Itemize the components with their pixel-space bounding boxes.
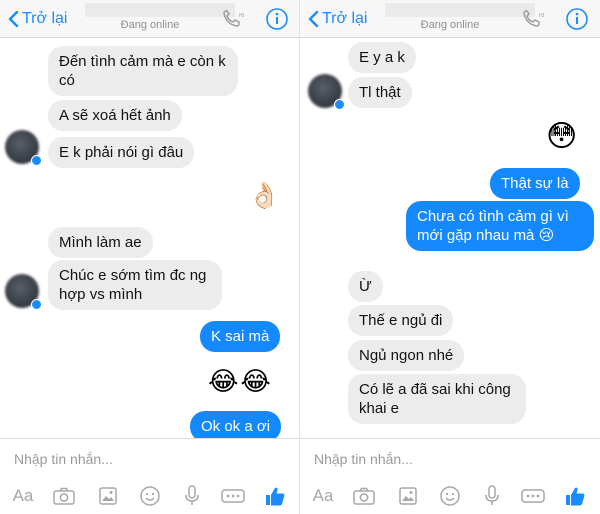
info-icon bbox=[266, 8, 288, 30]
emoji-button[interactable] bbox=[436, 483, 464, 509]
composer-toolbar: Aa bbox=[300, 483, 600, 509]
gallery-icon bbox=[99, 487, 117, 505]
more-icon bbox=[221, 489, 245, 503]
contact-name-redacted bbox=[85, 3, 235, 17]
right-chat-screen: Trở lại Đang online HD E y a k Tl thật 😳… bbox=[300, 0, 600, 514]
emoji-message: 😂😂 bbox=[208, 366, 273, 396]
message-bubble: Ừ bbox=[348, 271, 383, 302]
message-list[interactable]: Đến tình cảm mà e còn k có A sẽ xoá hết … bbox=[0, 38, 300, 438]
message-bubble: Có lẽ a đã sai khi công khai e bbox=[348, 374, 526, 424]
chat-header: Trở lại Đang online HD bbox=[0, 0, 300, 38]
camera-button[interactable] bbox=[50, 483, 78, 509]
voice-button[interactable] bbox=[178, 483, 206, 509]
message-bubble: Ok ok a ơi bbox=[190, 411, 282, 438]
messenger-badge bbox=[334, 99, 345, 110]
voice-button[interactable] bbox=[478, 483, 506, 509]
message-bubble: Tl thật bbox=[348, 77, 412, 108]
messenger-badge bbox=[31, 299, 42, 310]
more-button[interactable] bbox=[518, 483, 548, 509]
composer-toolbar: Aa bbox=[0, 483, 300, 509]
online-status: Đang online bbox=[120, 19, 180, 31]
messenger-badge bbox=[31, 155, 42, 166]
aa-label: Aa bbox=[312, 486, 334, 505]
message-input[interactable]: Nhập tin nhắn... bbox=[14, 451, 113, 467]
like-icon bbox=[566, 487, 585, 506]
phone-call-button[interactable]: HD bbox=[222, 9, 247, 34]
more-button[interactable] bbox=[218, 483, 248, 509]
svg-text:HD: HD bbox=[539, 13, 544, 19]
message-bubble: K sai mà bbox=[200, 321, 281, 352]
message-bubble: E k phải nói gì đâu bbox=[48, 137, 195, 168]
svg-text:HD: HD bbox=[239, 13, 244, 19]
info-button[interactable] bbox=[265, 7, 289, 36]
emoji-icon bbox=[440, 486, 460, 506]
contact-name-redacted bbox=[385, 3, 535, 17]
camera-icon bbox=[53, 487, 75, 505]
online-status: Đang online bbox=[420, 19, 480, 31]
camera-icon bbox=[353, 487, 375, 505]
aa-label: Aa bbox=[12, 486, 34, 505]
gallery-button[interactable] bbox=[94, 483, 122, 509]
left-chat-screen: Trở lại Đang online HD Đến tình cảm mà e… bbox=[0, 0, 300, 514]
like-icon bbox=[266, 487, 285, 506]
message-list[interactable]: E y a k Tl thật 😳 Thật sự là Chưa có tìn… bbox=[300, 38, 600, 438]
text-format-button[interactable]: Aa bbox=[8, 483, 38, 509]
message-bubble: E y a k bbox=[348, 42, 416, 73]
emoji-message: 👌🏻 bbox=[248, 180, 281, 210]
microphone-icon bbox=[485, 485, 499, 505]
emoji-button[interactable] bbox=[136, 483, 164, 509]
like-button[interactable] bbox=[560, 483, 590, 509]
message-bubble: Thật sự là bbox=[490, 168, 580, 199]
message-bubble: Đến tình cảm mà e còn k có bbox=[48, 46, 238, 96]
phone-icon: HD bbox=[523, 10, 547, 27]
gallery-button[interactable] bbox=[394, 483, 422, 509]
text-format-button[interactable]: Aa bbox=[308, 483, 338, 509]
composer: Nhập tin nhắn... Aa bbox=[0, 438, 300, 514]
info-icon bbox=[566, 8, 588, 30]
message-bubble: Chưa có tình cảm gì vì mới gặp nhau mà 😢 bbox=[406, 201, 594, 251]
more-icon bbox=[521, 489, 545, 503]
chat-header: Trở lại Đang online HD bbox=[300, 0, 600, 38]
emoji-message: 😳 bbox=[546, 120, 578, 153]
message-bubble: Ngủ ngon nhé bbox=[348, 340, 465, 371]
message-bubble: Mình làm ae bbox=[48, 227, 153, 258]
microphone-icon bbox=[185, 485, 199, 505]
message-bubble: Chúc e sớm tìm đc ng hợp vs mình bbox=[48, 260, 222, 310]
message-input[interactable]: Nhập tin nhắn... bbox=[314, 451, 413, 467]
message-bubble: Thế e ngủ đi bbox=[348, 305, 454, 336]
gallery-icon bbox=[399, 487, 417, 505]
camera-button[interactable] bbox=[350, 483, 378, 509]
phone-icon: HD bbox=[223, 10, 247, 27]
phone-call-button[interactable]: HD bbox=[522, 9, 547, 34]
message-bubble: A sẽ xoá hết ảnh bbox=[48, 100, 182, 131]
emoji-icon bbox=[140, 486, 160, 506]
composer: Nhập tin nhắn... Aa bbox=[300, 438, 600, 514]
info-button[interactable] bbox=[565, 7, 589, 36]
like-button[interactable] bbox=[260, 483, 290, 509]
